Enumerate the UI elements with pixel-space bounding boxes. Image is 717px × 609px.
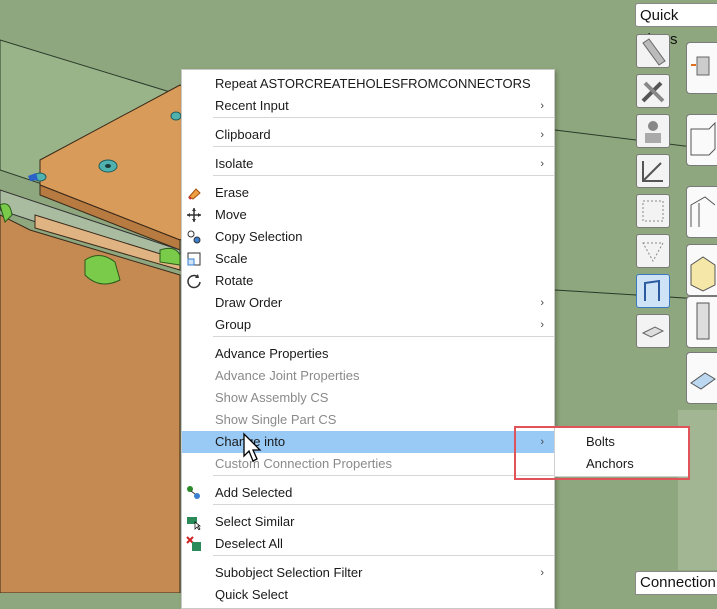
menu-item-label: Deselect All	[215, 536, 283, 551]
menu-item-isolate[interactable]: Isolate ›	[182, 153, 554, 175]
menu-item-quick-select[interactable]: Quick Select	[182, 584, 554, 606]
view-cone-icon[interactable]	[636, 234, 670, 268]
selection-box-icon[interactable]	[636, 194, 670, 228]
menu-item-label: Recent Input	[215, 98, 289, 113]
menu-item-advance-properties[interactable]: Advance Properties	[182, 343, 554, 365]
rotate-icon	[186, 273, 202, 289]
ucs-icon[interactable]	[636, 154, 670, 188]
box-view-icon[interactable]	[686, 114, 717, 166]
menu-item-label: Clipboard	[215, 127, 271, 142]
eraser-icon	[186, 185, 202, 201]
submenu-item-anchors[interactable]: Anchors	[555, 453, 688, 475]
menu-item-show-assembly-cs: Show Assembly CS	[182, 387, 554, 409]
menu-separator	[213, 146, 554, 147]
copy-icon	[186, 229, 202, 245]
menu-item-scale[interactable]: Scale	[182, 248, 554, 270]
plate-icon[interactable]	[686, 352, 717, 404]
select-similar-icon	[186, 514, 202, 531]
solid-block-icon[interactable]	[686, 244, 717, 296]
pencil-tool-icon[interactable]	[636, 34, 670, 68]
menu-item-draw-order[interactable]: Draw Order ›	[182, 292, 554, 314]
menu-item-label: Show Assembly CS	[215, 390, 329, 405]
chevron-right-icon: ›	[540, 129, 544, 141]
change-into-submenu: Bolts Anchors	[554, 427, 689, 477]
menu-item-change-into[interactable]: Change into ›	[182, 431, 554, 453]
mouse-cursor-icon	[243, 432, 262, 462]
menu-item-label: Rotate	[215, 273, 254, 288]
menu-item-show-single-part-cs: Show Single Part CS	[182, 409, 554, 431]
menu-item-custom-connection-properties: Custom Connection Properties	[182, 453, 554, 475]
menu-item-label: Advance Properties	[215, 346, 329, 361]
menu-item-recent-input[interactable]: Recent Input ›	[182, 95, 554, 117]
menu-item-clipboard[interactable]: Clipboard ›	[182, 124, 554, 146]
context-menu: Repeat ASTORCREATEHOLESFROMCONNECTORS Rec…	[181, 69, 555, 609]
chevron-right-icon: ›	[540, 100, 544, 112]
menu-item-deselect-all[interactable]: Deselect All	[182, 533, 554, 555]
menu-separator	[213, 504, 554, 505]
menu-item-label: Isolate	[215, 156, 254, 171]
connection-button[interactable]: Connection	[635, 571, 717, 595]
tools-icon[interactable]	[636, 74, 670, 108]
chevron-right-icon: ›	[540, 436, 544, 448]
menu-separator	[213, 555, 554, 556]
chevron-right-icon: ›	[540, 158, 544, 170]
menu-item-copy-selection[interactable]: Copy Selection	[182, 226, 554, 248]
move-icon	[186, 207, 202, 223]
add-selected-icon	[186, 485, 202, 501]
menu-item-label: Copy Selection	[215, 229, 303, 244]
menu-item-label: Add Selected	[215, 485, 293, 500]
menu-item-repeat-astorcreateholesfromconnectors[interactable]: Repeat ASTORCREATEHOLESFROMCONNECTORS	[182, 73, 554, 95]
chevron-right-icon: ›	[540, 319, 544, 331]
menu-item-label: Scale	[215, 251, 248, 266]
menu-item-label: Quick Select	[215, 587, 288, 602]
menu-item-erase[interactable]: Erase	[182, 182, 554, 204]
submenu-item-label: Anchors	[586, 456, 634, 471]
menu-separator	[213, 336, 554, 337]
user-properties-icon[interactable]	[636, 114, 670, 148]
chevron-right-icon: ›	[540, 297, 544, 309]
frame-view-icon[interactable]	[636, 274, 670, 308]
menu-item-rotate[interactable]: Rotate	[182, 270, 554, 292]
submenu-item-bolts[interactable]: Bolts	[555, 431, 688, 453]
menu-item-label: Advance Joint Properties	[215, 368, 360, 383]
menu-item-label: Subobject Selection Filter	[215, 565, 363, 580]
menu-item-advance-joint-properties: Advance Joint Properties	[182, 365, 554, 387]
menu-item-label: Show Single Part CS	[215, 412, 337, 427]
deselect-all-icon	[186, 536, 202, 552]
section-icon[interactable]	[636, 314, 670, 348]
menu-item-move[interactable]: Move	[182, 204, 554, 226]
menu-item-add-selected[interactable]: Add Selected	[182, 482, 554, 504]
menu-separator	[213, 175, 554, 176]
menu-item-subobject-selection-filter[interactable]: Subobject Selection Filter ›	[182, 562, 554, 584]
menu-item-label: Repeat ASTORCREATEHOLESFROMCONNECTORS	[215, 76, 531, 91]
scale-icon	[186, 251, 202, 267]
menu-item-label: Group	[215, 317, 252, 332]
chevron-right-icon: ›	[540, 567, 544, 579]
menu-item-label: Erase	[215, 185, 249, 200]
quick-views-button[interactable]: Quick views	[635, 3, 717, 48]
frame-structure-icon[interactable]	[686, 186, 717, 238]
menu-item-label: Move	[215, 207, 247, 222]
menu-item-label: Select Similar	[215, 514, 295, 529]
beam-section-icon[interactable]	[686, 42, 717, 94]
column-icon[interactable]	[686, 296, 717, 348]
menu-separator	[213, 475, 554, 476]
menu-item-group[interactable]: Group ›	[182, 314, 554, 336]
menu-separator	[213, 117, 554, 118]
menu-item-select-similar[interactable]: Select Similar	[182, 511, 554, 533]
menu-item-label: Draw Order	[215, 295, 283, 310]
submenu-item-label: Bolts	[586, 434, 615, 449]
